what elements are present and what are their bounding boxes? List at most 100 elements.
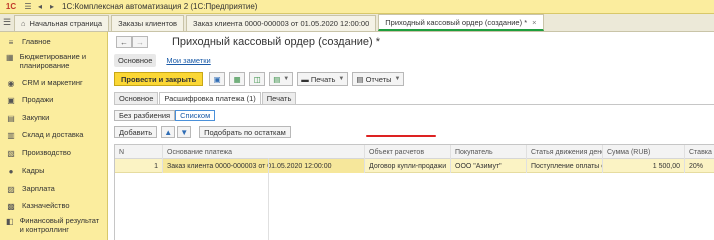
wallet-icon: ▨ — [7, 185, 15, 194]
add-button[interactable]: Добавить — [114, 126, 158, 138]
tab-label: Заказы клиентов — [118, 19, 178, 28]
sidebar-item-budgeting[interactable]: ▦ Бюджетирование и планирование — [0, 52, 107, 70]
view-toggle: Без разбиения Списком — [114, 110, 216, 121]
col-base[interactable]: Основание платежа — [163, 145, 365, 159]
post-button[interactable]: ▦ — [229, 72, 246, 86]
chevron-down-icon: ▼ — [394, 76, 401, 82]
sections-menu-icon[interactable]: ☰ — [0, 14, 14, 31]
sections-sidebar: ≡ Главное ▦ Бюджетирование и планировани… — [0, 32, 108, 240]
sidebar-item-treasury[interactable]: ▩ Казначейство — [0, 201, 74, 211]
people-icon: ◉ — [7, 79, 15, 88]
move-down-icon[interactable]: ▼ — [177, 126, 192, 138]
tab-payment-details[interactable]: Расшифровка платежа (1) — [159, 92, 261, 104]
reports-button[interactable]: ▤ Отчеты ▼ — [352, 72, 405, 86]
subnav-notes[interactable]: Мои заметки — [162, 54, 214, 67]
cell-article[interactable]: Поступление оплаты о... — [527, 159, 603, 173]
back-icon[interactable]: ◂ — [34, 1, 46, 13]
highlight-underline — [366, 135, 436, 137]
forward-icon[interactable]: ▸ — [46, 1, 58, 13]
app-logo: 1С — [5, 2, 17, 11]
sidebar-item-crm[interactable]: ◉ CRM и маркетинг — [0, 78, 87, 88]
app-title: 1С:Комплексная автоматизация 2 (1С:Предп… — [62, 2, 258, 11]
report-icon: ▤ — [356, 74, 364, 84]
structure-icon: ◫ — [253, 74, 261, 84]
nav-buttons: ← → — [116, 36, 148, 48]
subnav-main[interactable]: Основное — [114, 54, 157, 67]
list-icon: ≡ — [8, 38, 14, 47]
print-button[interactable]: ▬ Печать ▼ — [297, 72, 349, 86]
sidebar-item-label: Склад и доставка — [22, 130, 84, 139]
sidebar-item-label: Зарплата — [22, 184, 55, 193]
tab-main[interactable]: Основное — [114, 92, 159, 104]
col-buyer[interactable]: Покупатель — [451, 145, 527, 159]
sidebar-item-label: Главное — [22, 37, 51, 46]
sidebar-item-label: Производство — [22, 148, 71, 157]
list-toggle[interactable]: Списком — [175, 110, 216, 121]
warehouse-icon: ▥ — [7, 131, 15, 140]
col-n[interactable]: N — [115, 145, 163, 159]
col-object[interactable]: Объект расчетов — [365, 145, 451, 159]
cell-buyer[interactable]: ООО "Азимут" — [451, 159, 527, 173]
sidebar-item-salary[interactable]: ▨ Зарплата — [0, 184, 59, 194]
tab-home[interactable]: ⌂ Начальная страница — [14, 15, 110, 31]
window-tabs-bar: ☰ ⌂ Начальная страница Заказы клиентов З… — [0, 14, 714, 32]
chevron-down-icon: ▼ — [338, 76, 345, 82]
form-subnav: Основное Мои заметки — [108, 54, 215, 67]
sidebar-item-hr[interactable]: ● Кадры — [0, 166, 48, 176]
tab-client-orders[interactable]: Заказы клиентов — [111, 15, 185, 31]
command-bar: Провести и закрыть ▣ ▦ ◫ ▤ ▼ ▬ Печать ▼ ▤ … — [114, 72, 408, 86]
table-toolbar: Добавить ▲ ▼ Подобрать по остаткам — [114, 126, 295, 138]
home-icon: ⌂ — [21, 19, 26, 28]
reports-label: Отчеты — [365, 74, 392, 84]
sidebar-item-label: Бюджетирование и планирование — [19, 52, 87, 70]
post-and-close-button[interactable]: Провести и закрыть — [114, 72, 204, 86]
page-title: Приходный кассовый ордер (создание) * — [172, 36, 381, 48]
col-article[interactable]: Статья движения дене... — [527, 145, 603, 159]
table-header: N Основание платежа Объект расчетов Поку… — [115, 145, 714, 159]
pick-by-balance-button[interactable]: Подобрать по остаткам — [199, 126, 291, 138]
print-label: Печать — [310, 74, 336, 84]
col-rate[interactable]: Ставка — [685, 145, 714, 159]
no-split-toggle[interactable]: Без разбиения — [114, 110, 176, 121]
move-up-icon[interactable]: ▲ — [161, 126, 176, 138]
cart-icon: ▣ — [7, 96, 15, 105]
bank-icon: ▩ — [7, 202, 15, 211]
sidebar-item-label: CRM и маркетинг — [22, 78, 83, 87]
document-tabs: Основное Расшифровка платежа (1) Печать — [114, 92, 297, 104]
tab-print[interactable]: Печать — [261, 92, 297, 104]
table-row[interactable]: 1 Заказ клиента 0000-000003 от 01.05.202… — [115, 159, 714, 173]
structure-button[interactable]: ◫ — [249, 72, 266, 86]
finance-icon: ◧ — [6, 217, 14, 226]
tab-cash-receipt[interactable]: Приходный кассовый ордер (создание) * × — [378, 14, 544, 31]
back-button[interactable]: ← — [116, 36, 132, 48]
column-divider — [268, 158, 269, 240]
save-button[interactable]: ▣ — [209, 72, 226, 86]
sidebar-item-label: Продажи — [22, 95, 54, 104]
create-based-button[interactable]: ▤ ▼ — [269, 72, 294, 86]
sidebar-item-production[interactable]: ▧ Производство — [0, 148, 75, 158]
sidebar-item-main[interactable]: ≡ Главное — [0, 37, 55, 47]
sidebar-item-warehouse[interactable]: ▥ Склад и доставка — [0, 130, 87, 140]
payment-table: N Основание платежа Объект расчетов Поку… — [114, 144, 714, 240]
factory-icon: ▧ — [7, 149, 15, 158]
forward-button[interactable]: → — [132, 36, 148, 48]
cell-object[interactable]: Договор купли-продажи — [365, 159, 451, 173]
chart-icon: ▦ — [6, 53, 14, 62]
chevron-down-icon: ▼ — [283, 76, 290, 82]
col-sum[interactable]: Сумма (RUB) — [603, 145, 685, 159]
cell-rate[interactable]: 20% — [685, 159, 714, 173]
person-icon: ● — [8, 167, 14, 176]
tab-label: Заказ клиента 0000-000003 от 01.05.2020 … — [193, 19, 370, 28]
sidebar-item-purchases[interactable]: ▤ Закупки — [0, 113, 53, 123]
cell-base[interactable]: Заказ клиента 0000-000003 от 01.05.2020 … — [163, 159, 365, 173]
cell-n: 1 — [115, 159, 163, 173]
truck-icon: ▤ — [7, 114, 15, 123]
close-tab-icon[interactable]: × — [532, 18, 536, 27]
sidebar-item-finance[interactable]: ◧ Финансовый результат и контроллинг — [0, 216, 107, 234]
tab-client-order[interactable]: Заказ клиента 0000-000003 от 01.05.2020 … — [186, 15, 377, 31]
printer-icon: ▬ — [301, 74, 309, 84]
sidebar-item-label: Финансовый результат и контроллинг — [19, 216, 100, 234]
cell-sum[interactable]: 1 500,00 — [603, 159, 685, 173]
sidebar-item-sales[interactable]: ▣ Продажи — [0, 95, 57, 105]
menu-icon[interactable]: ☰ — [22, 1, 34, 13]
